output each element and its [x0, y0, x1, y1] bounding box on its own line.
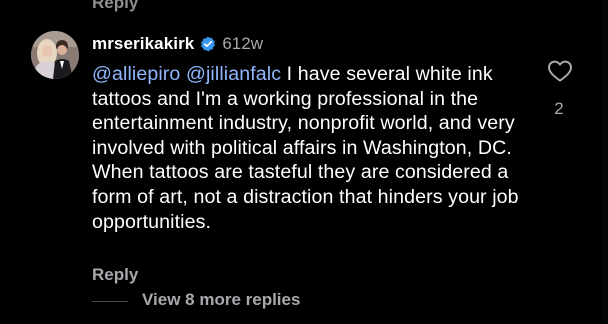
mention-link[interactable]: @alliepiro [92, 63, 180, 85]
view-more-replies-button[interactable]: View 8 more replies [142, 290, 300, 310]
like-count: 2 [554, 99, 564, 118]
comment-text: @alliepiro @jillianfalc I have several w… [92, 62, 532, 234]
timestamp: 612w [222, 34, 263, 53]
avatar-photo [31, 31, 79, 79]
thread-divider [92, 301, 128, 302]
comment-header: mrserikakirk 612w [92, 33, 263, 55]
heart-outline-icon[interactable] [547, 59, 573, 83]
verified-badge-icon [201, 36, 216, 52]
previous-comment-reply-button[interactable]: Reply [92, 0, 138, 12]
scroll-edge [602, 0, 608, 324]
comment-body: I have several white ink tattoos and I'm… [92, 63, 519, 233]
avatar[interactable] [31, 31, 79, 79]
username[interactable]: mrserikakirk [92, 34, 194, 54]
reply-button[interactable]: Reply [92, 265, 138, 285]
mention-link[interactable]: @jillianfalc [186, 63, 281, 85]
